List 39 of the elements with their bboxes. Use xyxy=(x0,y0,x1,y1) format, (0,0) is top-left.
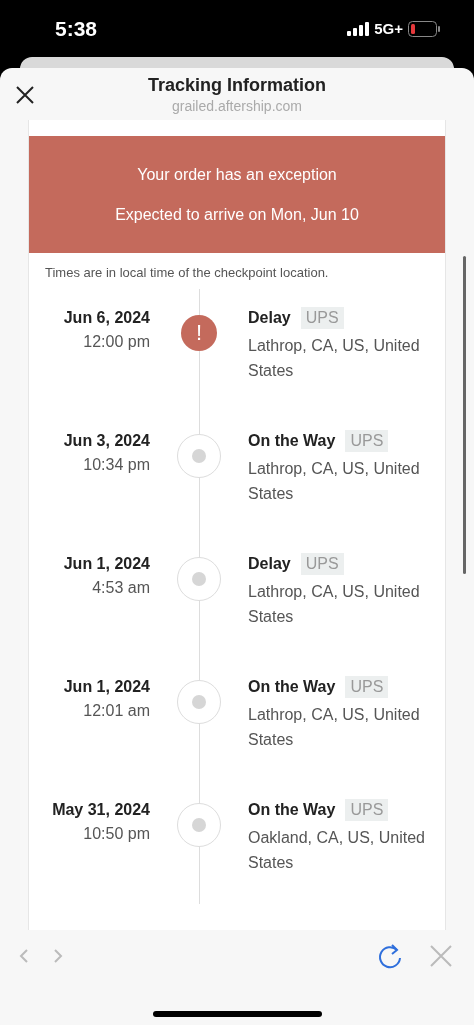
event-location: Oakland, CA, US, United States xyxy=(248,828,426,873)
carrier-tag: UPS xyxy=(300,307,344,329)
carrier-tag: UPS xyxy=(345,676,389,698)
event-date: May 31, 2024 xyxy=(52,801,150,819)
battery-icon xyxy=(408,20,440,37)
timeline-marker xyxy=(177,680,221,724)
event-time: 10:34 pm xyxy=(83,456,150,474)
banner-headline: Your order has an exception xyxy=(137,165,337,184)
event-time: 4:53 am xyxy=(92,579,150,597)
carrier-tag: UPS xyxy=(345,799,389,821)
timeline-marker xyxy=(177,434,221,478)
timeline-marker xyxy=(177,803,221,847)
page-title: Tracking Information xyxy=(148,74,326,96)
event-status: On the Way xyxy=(248,801,336,819)
event-status: On the Way xyxy=(248,678,336,696)
carrier-tag: UPS xyxy=(345,430,389,452)
event-time: 12:01 am xyxy=(83,702,150,720)
event-location: Lathrop, CA, US, United States xyxy=(248,459,421,504)
event-location: Lathrop, CA, US, United States xyxy=(248,336,421,381)
event-time: 10:50 pm xyxy=(83,825,150,843)
clock-time: 5:38 xyxy=(55,16,98,41)
event-time: 12:00 pm xyxy=(83,333,150,351)
carrier-tag: UPS xyxy=(300,553,344,575)
network-label: 5G+ xyxy=(374,20,403,37)
timeline-marker xyxy=(177,557,221,601)
timezone-note: Times are in local time of the checkpoint location. xyxy=(44,264,330,282)
expected-arrival: Expected to arrive on Mon, Jun 10 xyxy=(115,205,359,224)
event-location: Lathrop, CA, US, United States xyxy=(248,705,421,750)
event-date: Jun 6, 2024 xyxy=(63,309,150,327)
signal-icon xyxy=(347,21,370,36)
event-status: Delay xyxy=(248,309,291,327)
site-address: grailed.aftership.com xyxy=(172,97,302,114)
event-date: Jun 1, 2024 xyxy=(63,555,150,573)
event-status: On the Way xyxy=(248,432,336,450)
event-location: Lathrop, CA, US, United States xyxy=(248,582,421,627)
exception-marker: ! xyxy=(181,315,217,351)
event-date: Jun 3, 2024 xyxy=(63,432,150,450)
event-status: Delay xyxy=(248,555,291,573)
event-date: Jun 1, 2024 xyxy=(63,678,150,696)
